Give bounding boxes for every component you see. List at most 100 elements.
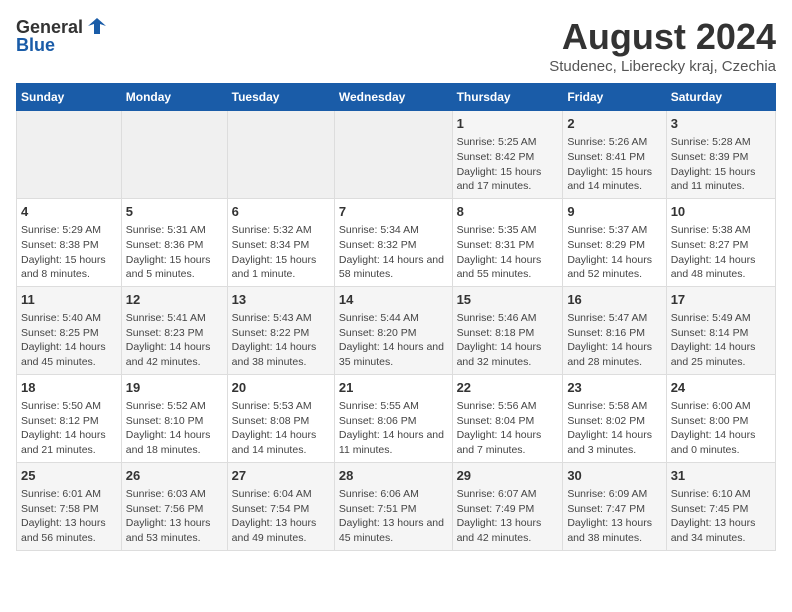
header-wednesday: Wednesday (334, 84, 452, 111)
calendar-cell: 9 Sunrise: 5:37 AMSunset: 8:29 PMDaylight… (563, 198, 666, 286)
calendar-week-row: 1 Sunrise: 5:25 AMSunset: 8:42 PMDaylight… (17, 111, 776, 199)
day-info: Sunrise: 5:35 AMSunset: 8:31 PMDaylight:… (457, 223, 559, 282)
calendar-header-row: SundayMondayTuesdayWednesdayThursdayFrid… (17, 84, 776, 111)
calendar-table: SundayMondayTuesdayWednesdayThursdayFrid… (16, 83, 776, 551)
day-number: 24 (671, 379, 771, 397)
day-info: Sunrise: 5:52 AMSunset: 8:10 PMDaylight:… (126, 399, 223, 458)
logo-text-blue: Blue (16, 36, 108, 54)
calendar-cell: 6Sunrise: 5:32 AMSunset: 8:34 PMDaylight… (227, 198, 334, 286)
day-number: 27 (232, 467, 330, 485)
calendar-week-row: 4Sunrise: 5:29 AMSunset: 8:38 PMDaylight… (17, 198, 776, 286)
day-number: 9 (567, 203, 661, 221)
calendar-cell: 5 Sunrise: 5:31 AMSunset: 8:36 PMDaylight… (121, 198, 227, 286)
calendar-cell: 1 Sunrise: 5:25 AMSunset: 8:42 PMDaylight… (452, 111, 563, 199)
calendar-cell: 31Sunrise: 6:10 AMSunset: 7:45 PMDayligh… (666, 462, 775, 550)
day-info: Sunrise: 5:53 AMSunset: 8:08 PMDaylight:… (232, 399, 330, 458)
calendar-cell: 27Sunrise: 6:04 AMSunset: 7:54 PMDayligh… (227, 462, 334, 550)
day-number: 8 (457, 203, 559, 221)
calendar-cell: 17Sunrise: 5:49 AMSunset: 8:14 PMDayligh… (666, 286, 775, 374)
day-number: 20 (232, 379, 330, 397)
day-info: Sunrise: 5:55 AMSunset: 8:06 PMDaylight:… (339, 399, 448, 458)
calendar-cell: 22 Sunrise: 5:56 AMSunset: 8:04 PMDayligh… (452, 374, 563, 462)
day-info: Sunrise: 5:49 AMSunset: 8:14 PMDaylight:… (671, 311, 771, 370)
day-info: Sunrise: 6:00 AMSunset: 8:00 PMDaylight:… (671, 399, 771, 458)
day-number: 10 (671, 203, 771, 221)
calendar-week-row: 11 Sunrise: 5:40 AMSunset: 8:25 PMDayligh… (17, 286, 776, 374)
calendar-cell: 11 Sunrise: 5:40 AMSunset: 8:25 PMDayligh… (17, 286, 122, 374)
day-info: Sunrise: 6:06 AMSunset: 7:51 PMDaylight:… (339, 487, 448, 546)
calendar-cell: 16Sunrise: 5:47 AMSunset: 8:16 PMDayligh… (563, 286, 666, 374)
day-number: 14 (339, 291, 448, 309)
day-info: Sunrise: 5:38 AMSunset: 8:27 PMDaylight:… (671, 223, 771, 282)
header-tuesday: Tuesday (227, 84, 334, 111)
day-info: Sunrise: 5:34 AMSunset: 8:32 PMDaylight:… (339, 223, 448, 282)
day-info: Sunrise: 6:10 AMSunset: 7:45 PMDaylight:… (671, 487, 771, 546)
day-number: 11 (21, 291, 117, 309)
day-number: 19 (126, 379, 223, 397)
calendar-cell: 12 Sunrise: 5:41 AMSunset: 8:23 PMDayligh… (121, 286, 227, 374)
day-info: Sunrise: 5:25 AMSunset: 8:42 PMDaylight:… (457, 135, 559, 194)
day-info: Sunrise: 5:31 AMSunset: 8:36 PMDaylight:… (126, 223, 223, 282)
logo-bird-icon (86, 16, 108, 38)
calendar-cell: 4Sunrise: 5:29 AMSunset: 8:38 PMDaylight… (17, 198, 122, 286)
calendar-cell: 19 Sunrise: 5:52 AMSunset: 8:10 PMDayligh… (121, 374, 227, 462)
calendar-cell: 3Sunrise: 5:28 AMSunset: 8:39 PMDaylight… (666, 111, 775, 199)
day-number: 5 (126, 203, 223, 221)
day-info: Sunrise: 6:09 AMSunset: 7:47 PMDaylight:… (567, 487, 661, 546)
calendar-cell: 14Sunrise: 5:44 AMSunset: 8:20 PMDayligh… (334, 286, 452, 374)
calendar-cell: 8 Sunrise: 5:35 AMSunset: 8:31 PMDaylight… (452, 198, 563, 286)
header-sunday: Sunday (17, 84, 122, 111)
day-number: 2 (567, 115, 661, 133)
day-info: Sunrise: 5:46 AMSunset: 8:18 PMDaylight:… (457, 311, 559, 370)
day-info: Sunrise: 6:07 AMSunset: 7:49 PMDaylight:… (457, 487, 559, 546)
day-number: 21 (339, 379, 448, 397)
calendar-cell: 24 Sunrise: 6:00 AMSunset: 8:00 PMDayligh… (666, 374, 775, 462)
calendar-cell: 15 Sunrise: 5:46 AMSunset: 8:18 PMDayligh… (452, 286, 563, 374)
main-title: August 2024 (549, 16, 776, 58)
calendar-cell: 23Sunrise: 5:58 AMSunset: 8:02 PMDayligh… (563, 374, 666, 462)
day-number: 23 (567, 379, 661, 397)
day-info: Sunrise: 5:56 AMSunset: 8:04 PMDaylight:… (457, 399, 559, 458)
calendar-cell: 29Sunrise: 6:07 AMSunset: 7:49 PMDayligh… (452, 462, 563, 550)
day-info: Sunrise: 6:03 AMSunset: 7:56 PMDaylight:… (126, 487, 223, 546)
day-info: Sunrise: 5:41 AMSunset: 8:23 PMDaylight:… (126, 311, 223, 370)
day-number: 28 (339, 467, 448, 485)
day-number: 1 (457, 115, 559, 133)
calendar-cell: 25 Sunrise: 6:01 AMSunset: 7:58 PMDayligh… (17, 462, 122, 550)
day-number: 18 (21, 379, 117, 397)
calendar-cell (227, 111, 334, 199)
header: General Blue August 2024 Studenec, Liber… (16, 16, 776, 75)
day-info: Sunrise: 5:28 AMSunset: 8:39 PMDaylight:… (671, 135, 771, 194)
day-info: Sunrise: 5:47 AMSunset: 8:16 PMDaylight:… (567, 311, 661, 370)
day-info: Sunrise: 5:32 AMSunset: 8:34 PMDaylight:… (232, 223, 330, 282)
calendar-cell: 13Sunrise: 5:43 AMSunset: 8:22 PMDayligh… (227, 286, 334, 374)
day-number: 22 (457, 379, 559, 397)
calendar-cell (334, 111, 452, 199)
calendar-cell (17, 111, 122, 199)
calendar-cell: 2 Sunrise: 5:26 AMSunset: 8:41 PMDaylight… (563, 111, 666, 199)
header-saturday: Saturday (666, 84, 775, 111)
calendar-week-row: 25 Sunrise: 6:01 AMSunset: 7:58 PMDayligh… (17, 462, 776, 550)
calendar-cell: 21 Sunrise: 5:55 AMSunset: 8:06 PMDayligh… (334, 374, 452, 462)
day-number: 26 (126, 467, 223, 485)
logo-text-general: General (16, 18, 83, 36)
day-number: 12 (126, 291, 223, 309)
day-number: 25 (21, 467, 117, 485)
calendar-cell: 7 Sunrise: 5:34 AMSunset: 8:32 PMDaylight… (334, 198, 452, 286)
header-thursday: Thursday (452, 84, 563, 111)
calendar-cell: 26 Sunrise: 6:03 AMSunset: 7:56 PMDayligh… (121, 462, 227, 550)
day-info: Sunrise: 5:43 AMSunset: 8:22 PMDaylight:… (232, 311, 330, 370)
day-number: 7 (339, 203, 448, 221)
day-info: Sunrise: 5:50 AMSunset: 8:12 PMDaylight:… (21, 399, 117, 458)
day-info: Sunrise: 5:29 AMSunset: 8:38 PMDaylight:… (21, 223, 117, 282)
calendar-cell: 10 Sunrise: 5:38 AMSunset: 8:27 PMDayligh… (666, 198, 775, 286)
day-info: Sunrise: 5:40 AMSunset: 8:25 PMDaylight:… (21, 311, 117, 370)
logo: General Blue (16, 16, 108, 54)
header-monday: Monday (121, 84, 227, 111)
day-number: 15 (457, 291, 559, 309)
calendar-week-row: 18 Sunrise: 5:50 AMSunset: 8:12 PMDayligh… (17, 374, 776, 462)
header-friday: Friday (563, 84, 666, 111)
day-info: Sunrise: 5:37 AMSunset: 8:29 PMDaylight:… (567, 223, 661, 282)
day-info: Sunrise: 5:26 AMSunset: 8:41 PMDaylight:… (567, 135, 661, 194)
day-info: Sunrise: 6:01 AMSunset: 7:58 PMDaylight:… (21, 487, 117, 546)
